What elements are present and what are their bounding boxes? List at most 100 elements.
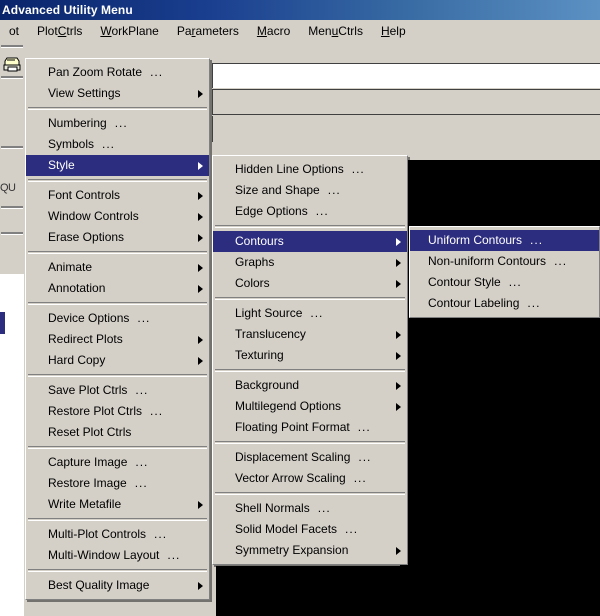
quit-button-label[interactable]: QU: [0, 182, 16, 194]
menu-item-pan-zoom-rotate[interactable]: Pan Zoom Rotate...: [26, 62, 209, 83]
menu-item-edge-options[interactable]: Edge Options...: [213, 201, 407, 222]
menu-item-contour-labeling[interactable]: Contour Labeling...: [410, 293, 599, 314]
menu-item-translucency[interactable]: Translucency: [213, 324, 407, 345]
menu-item-multilegend-options[interactable]: Multilegend Options: [213, 396, 407, 417]
menu-item-texturing[interactable]: Texturing: [213, 345, 407, 366]
menu-item-multi-window-layout[interactable]: Multi-Window Layout...: [26, 545, 209, 566]
menu-item-label: Erase Options: [48, 230, 125, 244]
menu-item-device-options[interactable]: Device Options...: [26, 308, 209, 329]
menu-separator: [215, 369, 405, 372]
menu-item-animate[interactable]: Animate: [26, 257, 209, 278]
menu-item-floating-point-format[interactable]: Floating Point Format...: [213, 417, 407, 438]
menu-item-restore-image[interactable]: Restore Image...: [26, 473, 209, 494]
menu-item-capture-image[interactable]: Capture Image...: [26, 452, 209, 473]
menu-item-label: Light Source: [235, 306, 303, 320]
menu-item-symbols[interactable]: Symbols...: [26, 134, 209, 155]
menu-separator: [28, 251, 207, 254]
submenu-arrow-icon: [396, 237, 401, 246]
submenu-arrow-icon: [396, 402, 401, 411]
menu-item-colors[interactable]: Colors: [213, 273, 407, 294]
menu-item-font-controls[interactable]: Font Controls: [26, 185, 209, 206]
menu-separator: [28, 518, 207, 521]
toolbar-separator: [1, 76, 23, 79]
menu-item-ellipsis: ...: [345, 522, 359, 536]
menu-item-non-uniform-contours[interactable]: Non-uniform Contours...: [410, 251, 599, 272]
menubar-item-workplane[interactable]: WorkPlane: [91, 22, 167, 40]
menu-item-label: Numbering: [48, 116, 107, 130]
menu-item-background[interactable]: Background: [213, 375, 407, 396]
menu-item-label: Size and Shape: [235, 183, 320, 197]
input-field-panel[interactable]: [212, 63, 600, 88]
menu-item-label: Best Quality Image: [48, 578, 150, 592]
menu-item-ellipsis: ...: [310, 306, 324, 320]
menu-item-label: Multi-Plot Controls: [48, 527, 147, 541]
menu-item-reset-plot-ctrls[interactable]: Reset Plot Ctrls: [26, 422, 209, 443]
menubar-item-macro[interactable]: Macro: [248, 22, 299, 40]
menu-item-best-quality-image[interactable]: Best Quality Image: [26, 575, 209, 596]
menubar-item-parameters[interactable]: Parameters: [168, 22, 248, 40]
menubar-item-help[interactable]: Help: [372, 22, 415, 40]
submenu-arrow-icon: [198, 356, 203, 365]
menu-separator: [215, 441, 405, 444]
menu-item-contours[interactable]: Contours: [213, 231, 407, 252]
menu-item-ellipsis: ...: [114, 116, 128, 130]
menu-item-label: Texturing: [235, 348, 284, 362]
menu-item-redirect-plots[interactable]: Redirect Plots: [26, 329, 209, 350]
submenu-arrow-icon: [198, 233, 203, 242]
menu-item-label: Background: [235, 378, 300, 392]
menu-item-label: Window Controls: [48, 209, 139, 223]
menu-item-annotation[interactable]: Annotation: [26, 278, 209, 299]
menu-item-ellipsis: ...: [351, 162, 365, 176]
menu-item-label: Multi-Window Layout: [48, 548, 160, 562]
menu-item-label: Animate: [48, 260, 93, 274]
menu-item-erase-options[interactable]: Erase Options: [26, 227, 209, 248]
menu-item-ellipsis: ...: [317, 501, 331, 515]
menu-item-view-settings[interactable]: View Settings: [26, 83, 209, 104]
menu-item-contour-style[interactable]: Contour Style...: [410, 272, 599, 293]
menu-item-label: Redirect Plots: [48, 332, 123, 346]
menu-item-hidden-line-options[interactable]: Hidden Line Options...: [213, 159, 407, 180]
menubar-item-ot[interactable]: ot: [0, 22, 28, 40]
menu-item-size-and-shape[interactable]: Size and Shape...: [213, 180, 407, 201]
menu-item-graphs[interactable]: Graphs: [213, 252, 407, 273]
menubar-item-plotctrls[interactable]: PlotCtrls: [28, 22, 91, 40]
menu-item-uniform-contours[interactable]: Uniform Contours...: [410, 230, 599, 251]
menu-item-solid-model-facets[interactable]: Solid Model Facets...: [213, 519, 407, 540]
menu-item-shell-normals[interactable]: Shell Normals...: [213, 498, 407, 519]
mnemonic-underline: C: [57, 24, 67, 38]
menu-item-label: Capture Image: [48, 455, 128, 469]
menu-item-write-metafile[interactable]: Write Metafile: [26, 494, 209, 515]
menu-item-displacement-scaling[interactable]: Displacement Scaling...: [213, 447, 407, 468]
menu-item-style[interactable]: Style: [26, 155, 209, 176]
menu-item-ellipsis: ...: [554, 254, 568, 268]
toolbar-separator: [1, 232, 23, 235]
menu-item-ellipsis: ...: [353, 471, 367, 485]
menu-item-ellipsis: ...: [135, 455, 149, 469]
menu-item-ellipsis: ...: [508, 275, 522, 289]
mnemonic-underline: W: [100, 24, 112, 38]
menu-item-save-plot-ctrls[interactable]: Save Plot Ctrls...: [26, 380, 209, 401]
menu-item-restore-plot-ctrls[interactable]: Restore Plot Ctrls...: [26, 401, 209, 422]
menu-item-label: Displacement Scaling: [235, 450, 351, 464]
submenu-arrow-icon: [198, 161, 203, 170]
menu-item-numbering[interactable]: Numbering...: [26, 113, 209, 134]
menu-item-label: Colors: [235, 276, 270, 290]
menubar-item-menuctrls[interactable]: MenuCtrls: [299, 22, 372, 40]
submenu-arrow-icon: [198, 212, 203, 221]
menu-item-multi-plot-controls[interactable]: Multi-Plot Controls...: [26, 524, 209, 545]
menu-item-vector-arrow-scaling[interactable]: Vector Arrow Scaling...: [213, 468, 407, 489]
printer-icon[interactable]: [2, 56, 22, 74]
menu-item-label: Solid Model Facets: [235, 522, 338, 536]
submenu-arrow-icon: [396, 279, 401, 288]
menu-item-label: Uniform Contours: [428, 233, 523, 247]
menu-item-symmetry-expansion[interactable]: Symmetry Expansion: [213, 540, 407, 561]
menu-item-window-controls[interactable]: Window Controls: [26, 206, 209, 227]
menu-item-ellipsis: ...: [135, 383, 149, 397]
menu-item-ellipsis: ...: [150, 65, 164, 79]
menu-contours-submenu: Uniform Contours... Non-uniform Contours.…: [409, 226, 600, 318]
menu-item-label: Write Metafile: [48, 497, 122, 511]
menu-item-hard-copy[interactable]: Hard Copy: [26, 350, 209, 371]
menu-item-label: Contour Labeling: [428, 296, 520, 310]
menu-item-light-source[interactable]: Light Source...: [213, 303, 407, 324]
menu-separator: [28, 374, 207, 377]
